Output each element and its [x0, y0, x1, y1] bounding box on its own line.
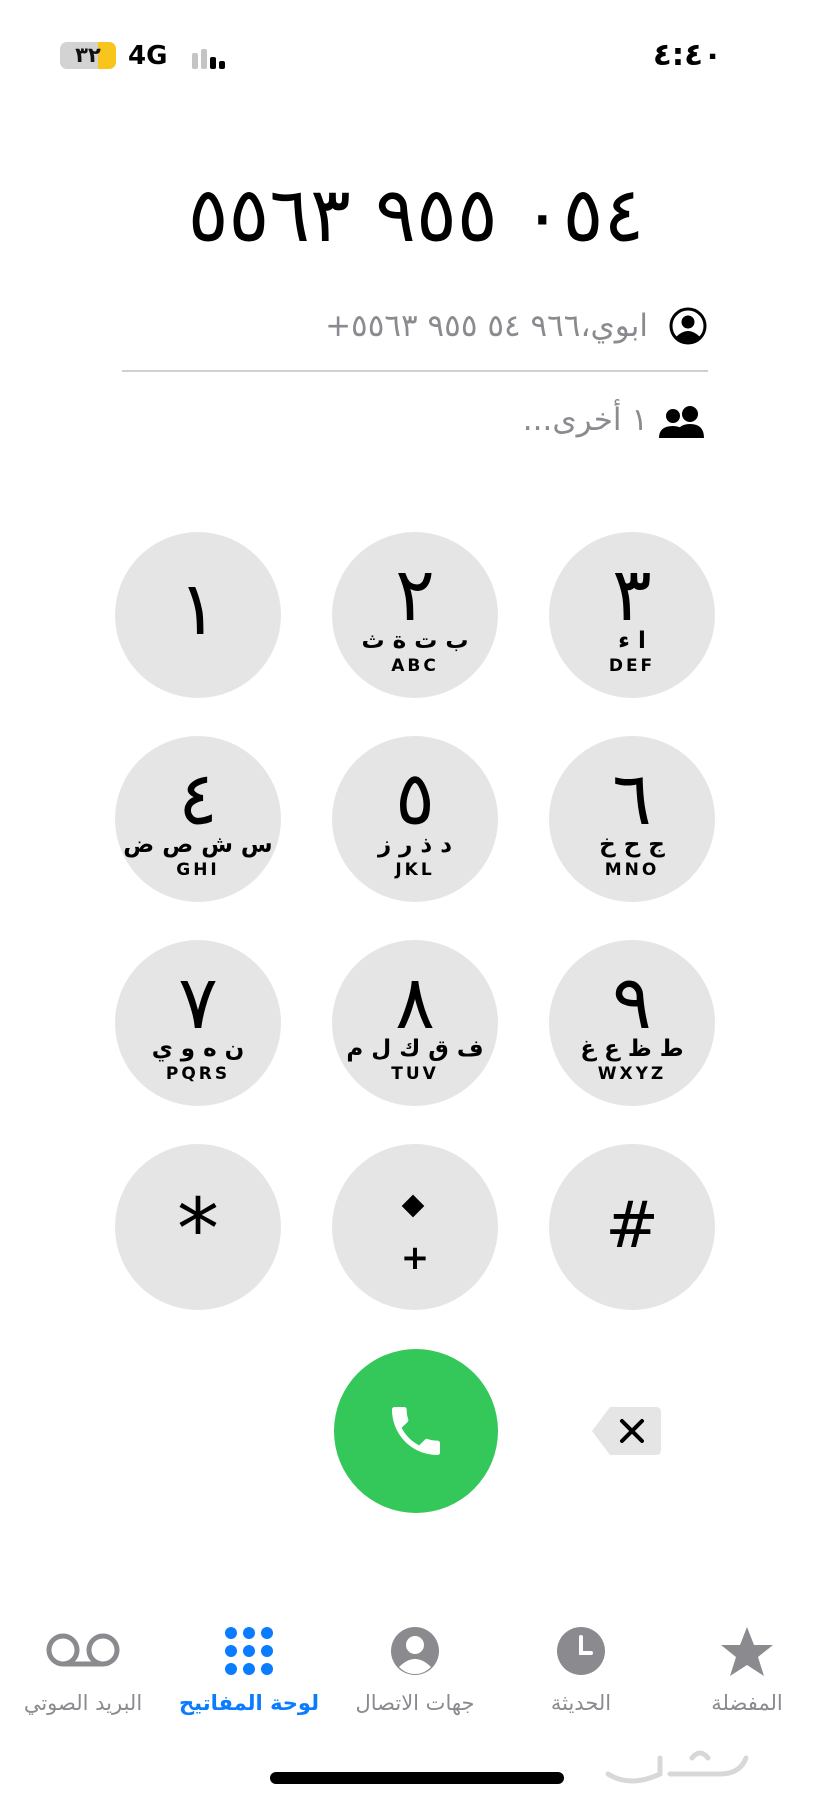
key-2[interactable]: ٢ ب ت ة ث ABC — [332, 532, 498, 698]
tab-contacts[interactable]: جهات الاتصال — [332, 1625, 498, 1725]
other-matches-row[interactable]: ١ أخرى... — [122, 390, 708, 450]
key-letters-latin: GHI — [176, 860, 220, 880]
key-1[interactable]: ١ — [115, 532, 281, 698]
key-8[interactable]: ٨ ف ق ك ل م TUV — [332, 940, 498, 1106]
contact-name: ابوي — [590, 308, 648, 344]
phone-icon — [384, 1399, 448, 1467]
key-digit: ٤ — [178, 756, 218, 842]
key-plus-label: + — [400, 1238, 430, 1278]
key-letters-arabic: ج ح خ — [599, 832, 665, 858]
tab-label: لوحة المفاتيح — [179, 1691, 319, 1715]
key-digit: ٨ — [395, 960, 435, 1046]
clock-icon — [555, 1625, 607, 1681]
group-icon — [656, 404, 708, 444]
key-letters-arabic: س ش ص ض — [123, 832, 273, 858]
person-circle-icon — [668, 306, 708, 350]
tab-voicemail[interactable]: البريد الصوتي — [0, 1625, 166, 1725]
voicemail-icon — [45, 1625, 121, 1679]
key-digit: ١ — [178, 566, 218, 652]
key-digit: ٣ — [612, 552, 652, 638]
key-digit: ٦ — [612, 756, 652, 842]
key-letters-latin: MNO — [604, 860, 660, 880]
tab-favorites[interactable]: المفضلة — [664, 1625, 830, 1725]
key-hash[interactable]: # — [549, 1144, 715, 1310]
clock: ٤:٤٠ — [652, 37, 722, 73]
contact-match-label: ابوي،+٩٦٦ ٥٤ ٩٥٥ ٥٥٦٣ — [325, 308, 648, 344]
key-letters-latin: WXYZ — [597, 1064, 667, 1084]
tab-label: جهات الاتصال — [355, 1691, 475, 1715]
key-3[interactable]: ٣ ا ء DEF — [549, 532, 715, 698]
contact-match-row[interactable]: ابوي،+٩٦٦ ٥٤ ٩٥٥ ٥٥٦٣ — [122, 296, 708, 356]
tab-label: المفضلة — [711, 1691, 783, 1715]
key-letters-latin: DEF — [608, 656, 656, 676]
key-symbol: * — [177, 1180, 219, 1278]
tab-recents[interactable]: الحديثة — [498, 1625, 664, 1725]
key-4[interactable]: ٤ س ش ص ض GHI — [115, 736, 281, 902]
delete-backspace-icon — [590, 1407, 664, 1462]
key-letters-arabic: ف ق ك ل م — [346, 1036, 484, 1062]
key-9[interactable]: ٩ ط ظ ع غ WXYZ — [549, 940, 715, 1106]
key-digit: ٥ — [395, 756, 435, 842]
battery-percentage: ٣٢ — [75, 43, 101, 67]
contact-number: +٩٦٦ ٥٤ ٩٥٥ ٥٥٦٣ — [325, 308, 581, 344]
dialed-number[interactable]: ٠٥٤ ٩٥٥ ٥٥٦٣ — [0, 165, 832, 265]
tab-label: البريد الصوتي — [23, 1691, 143, 1715]
battery-indicator: ٣٢ — [60, 42, 116, 69]
key-letters-arabic: ب ت ة ث — [361, 628, 469, 654]
call-button[interactable] — [334, 1349, 498, 1513]
key-letters-latin: ABC — [391, 656, 439, 676]
key-symbol: # — [605, 1189, 659, 1263]
key-letters-arabic: ن ه و ي — [151, 1036, 245, 1062]
key-star[interactable]: * — [115, 1144, 281, 1310]
key-digit: ٩ — [612, 960, 652, 1046]
key-5[interactable]: ٥ د ذ ر ز JKL — [332, 736, 498, 902]
other-matches-label: ١ أخرى... — [522, 402, 648, 438]
key-letters-latin: JKL — [395, 860, 435, 880]
key-letters-latin: TUV — [391, 1064, 439, 1084]
star-icon — [719, 1625, 775, 1683]
person-circle-icon — [389, 1625, 441, 1681]
home-indicator[interactable] — [270, 1772, 564, 1784]
signal-strength-icon — [192, 45, 226, 69]
key-letters-latin: PQRS — [165, 1064, 231, 1084]
key-letters-arabic: ا ء — [618, 628, 646, 654]
key-0[interactable]: + — [332, 1144, 498, 1310]
watermark-logo — [600, 1738, 760, 1794]
key-letters-arabic: د ذ ر ز — [377, 832, 453, 858]
key-digit: ٢ — [395, 552, 435, 638]
key-digit: ٧ — [178, 960, 218, 1046]
network-type: 4G — [128, 41, 168, 71]
tab-keypad[interactable]: لوحة المفاتيح — [166, 1625, 332, 1725]
keypad-grid-icon — [223, 1625, 275, 1681]
key-letters-arabic: ط ظ ع غ — [580, 1036, 684, 1062]
key-7[interactable]: ٧ ن ه و ي PQRS — [115, 940, 281, 1106]
key-digit-zero — [401, 1194, 425, 1218]
tab-label: الحديثة — [550, 1691, 612, 1715]
divider — [122, 370, 708, 372]
key-6[interactable]: ٦ ج ح خ MNO — [549, 736, 715, 902]
delete-button[interactable] — [590, 1404, 664, 1458]
